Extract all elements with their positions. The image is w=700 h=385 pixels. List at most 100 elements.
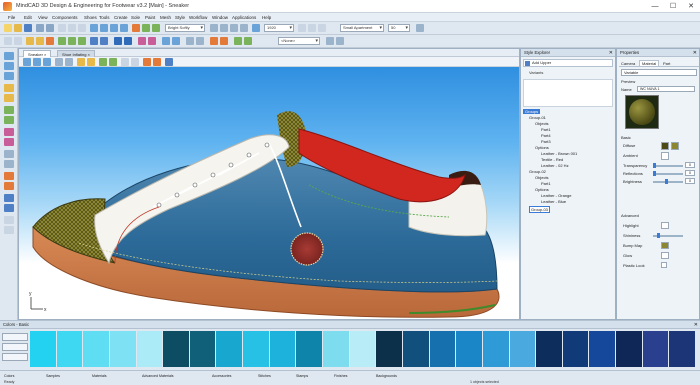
tab-advanced-materials[interactable]: Advanced Materials [142, 373, 174, 379]
tab-backgrounds[interactable]: Backgrounds [376, 373, 397, 379]
menu-shoes[interactable]: Shoes [84, 15, 97, 20]
color-swatch[interactable] [83, 331, 110, 367]
palette-menu-button[interactable] [2, 353, 28, 361]
round-emblem[interactable] [290, 232, 324, 266]
section-icon[interactable] [196, 37, 204, 45]
tab-material[interactable]: Material [639, 60, 660, 66]
tree-node-group-03[interactable]: Group-03 [529, 206, 550, 213]
glow-swatch[interactable] [661, 252, 669, 259]
tree-node-option[interactable]: Leather - Brown 001 [541, 151, 577, 156]
settings-icon[interactable] [416, 24, 424, 32]
scale-icon[interactable] [120, 24, 128, 32]
light-icon[interactable] [142, 24, 150, 32]
tree-node-options[interactable]: Options [535, 187, 549, 192]
shading-icon[interactable] [308, 24, 316, 32]
color-swatch[interactable] [429, 331, 457, 367]
new-file-icon[interactable] [4, 24, 12, 32]
lasso-icon[interactable] [14, 37, 22, 45]
slider-knob[interactable] [653, 171, 656, 176]
tab-finishes[interactable]: Finishes [334, 373, 347, 379]
menu-paint[interactable]: Paint [145, 15, 155, 20]
diffuse-swatch[interactable] [661, 142, 669, 150]
slider-knob[interactable] [665, 179, 668, 184]
tool-frame-icon[interactable] [4, 226, 14, 234]
diffuse-texture-swatch[interactable] [671, 142, 679, 150]
undo-icon[interactable] [36, 24, 44, 32]
select-icon[interactable] [90, 24, 98, 32]
view-capture-icon[interactable] [153, 58, 161, 66]
color-swatch[interactable] [562, 331, 590, 367]
tree-node-option[interactable]: Leather - 02 Hz [541, 163, 569, 168]
tree-node-part[interactable]: Part3 [541, 139, 551, 144]
tree-node-group-01[interactable]: Group-01 [529, 115, 546, 120]
zoom-icon[interactable] [252, 24, 260, 32]
menu-view[interactable]: View [38, 15, 48, 20]
color-swatch[interactable] [616, 331, 643, 367]
tab-accessories[interactable]: Accessories [212, 373, 231, 379]
wireframe-icon[interactable] [318, 24, 326, 32]
tool-rotate-icon[interactable] [4, 72, 14, 80]
open-folder-icon[interactable] [14, 24, 22, 32]
tree-node-part[interactable]: Part1 [541, 127, 551, 132]
lock-icon[interactable] [336, 37, 344, 45]
tab-camera[interactable]: Camera [621, 61, 635, 66]
menu-sole[interactable]: Sole [131, 15, 140, 20]
view-grid-icon[interactable] [99, 58, 107, 66]
render-icon[interactable] [132, 24, 140, 32]
transparency-slider[interactable] [653, 163, 683, 168]
tool-pan-icon[interactable] [4, 204, 14, 212]
tab-materials[interactable]: Materials [92, 373, 107, 379]
view-render-icon[interactable] [143, 58, 151, 66]
view-shadow-icon[interactable] [87, 58, 95, 66]
color-swatch[interactable] [482, 331, 510, 367]
color-swatch[interactable] [189, 331, 217, 367]
light-preset-select[interactable]: Bright Softly [165, 24, 205, 32]
menu-file[interactable]: File [8, 15, 15, 20]
color-swatch[interactable] [136, 331, 164, 367]
intensity-select[interactable]: 50 [388, 24, 410, 32]
tree-node-part[interactable]: Part1 [541, 181, 551, 186]
color-swatch[interactable] [589, 331, 617, 367]
palette-next-button[interactable] [2, 343, 28, 351]
transparency-value[interactable]: 0 [685, 162, 695, 168]
tab-samples[interactable]: Samples [46, 373, 60, 379]
menu-mesh[interactable]: Mesh [160, 15, 171, 20]
tree-node-part[interactable]: Part4 [541, 133, 551, 138]
view-side-icon[interactable] [33, 58, 41, 66]
color-swatch[interactable] [536, 331, 563, 367]
view-text-icon[interactable] [121, 58, 129, 66]
close-button[interactable]: ✕ [682, 0, 700, 13]
tab-sneaker[interactable]: Sneaker × [23, 50, 52, 57]
ambient-swatch[interactable] [661, 152, 669, 160]
visible-icon[interactable] [210, 37, 218, 45]
bump-map-swatch[interactable] [661, 242, 669, 249]
view-snap-icon[interactable] [109, 58, 117, 66]
paste-icon[interactable] [78, 24, 86, 32]
menu-tools[interactable]: Tools [99, 15, 110, 20]
close-panel-icon[interactable]: ✕ [694, 321, 698, 328]
palette-prev-button[interactable] [2, 333, 28, 341]
fill-icon[interactable] [46, 37, 54, 45]
tree-node-groups[interactable]: Groups [523, 109, 541, 114]
color-swatch[interactable] [376, 331, 403, 367]
group-icon[interactable] [234, 37, 242, 45]
line-icon[interactable] [68, 37, 76, 45]
material-icon[interactable] [172, 37, 180, 45]
tab-colors[interactable]: Colors [4, 373, 14, 379]
stitch-icon[interactable] [138, 37, 146, 45]
color-swatch[interactable] [349, 331, 377, 367]
tool-orbit-icon[interactable] [4, 216, 14, 224]
mirror-icon[interactable] [90, 37, 98, 45]
camera-icon[interactable] [152, 24, 160, 32]
color-swatch[interactable] [456, 331, 483, 367]
snap-icon[interactable] [220, 24, 228, 32]
sneaker-render[interactable]: x y [19, 67, 519, 319]
texture-icon[interactable] [162, 37, 170, 45]
align-icon[interactable] [114, 37, 122, 45]
menu-components[interactable]: Components [52, 15, 78, 20]
ungroup-icon[interactable] [244, 37, 252, 45]
tree-node-options[interactable]: Options [535, 145, 549, 150]
view-top-icon[interactable] [43, 58, 51, 66]
3d-scene[interactable]: x y [19, 67, 519, 319]
view-ortho-icon[interactable] [65, 58, 73, 66]
